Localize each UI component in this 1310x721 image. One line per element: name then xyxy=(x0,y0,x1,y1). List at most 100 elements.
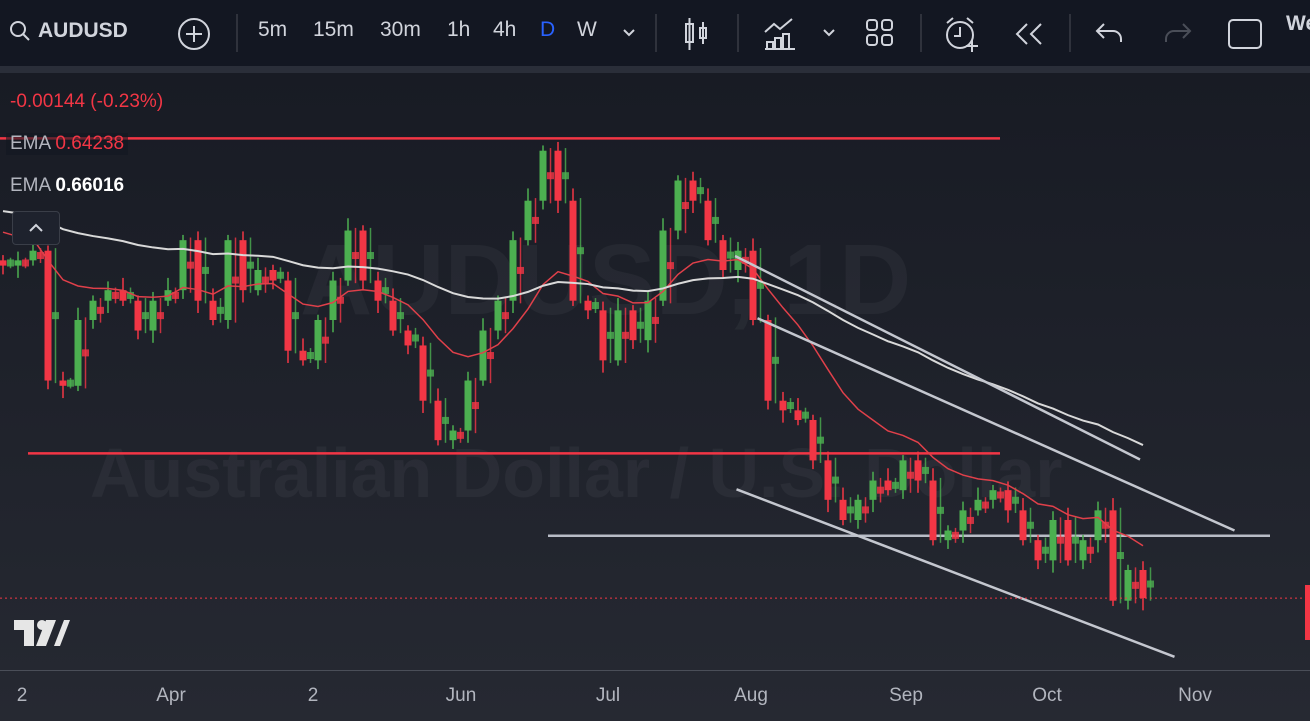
candle-body xyxy=(667,262,674,270)
candle-body xyxy=(359,230,367,281)
candle-body xyxy=(824,460,832,500)
candle-body xyxy=(277,271,284,279)
interval-1h[interactable]: 1h xyxy=(447,18,470,42)
candle-body xyxy=(142,312,149,320)
candle-body xyxy=(494,300,502,331)
candle-body xyxy=(59,380,67,386)
candle-body xyxy=(1094,510,1102,541)
price-change: -0.00144 (-0.23%) xyxy=(10,91,164,112)
candle-body xyxy=(1079,540,1087,561)
symbol-name: AUDUSD xyxy=(38,19,128,42)
candle-body xyxy=(577,247,584,255)
candle-body xyxy=(809,420,817,461)
x-tick: Nov xyxy=(1178,685,1212,706)
candle-body xyxy=(914,460,922,481)
candle-body xyxy=(292,312,299,320)
price-chart[interactable]: AUDUSD, 1D Australian Dollar / U.S. Doll… xyxy=(0,73,1310,721)
candle-body xyxy=(1019,510,1027,541)
candle-body xyxy=(509,240,517,301)
x-axis-border xyxy=(0,670,1310,671)
interval-d[interactable]: D xyxy=(540,18,555,42)
candle-body xyxy=(652,316,659,324)
x-tick: Aug xyxy=(734,685,768,706)
interval-30m[interactable]: 30m xyxy=(380,18,421,42)
candle-body xyxy=(404,330,412,346)
fullscreen-icon[interactable] xyxy=(1227,18,1263,50)
candle-body xyxy=(839,499,847,520)
candle-body xyxy=(682,202,689,210)
candle-body xyxy=(697,187,704,195)
indicators-icon[interactable] xyxy=(762,16,798,52)
candle-body xyxy=(592,302,599,310)
candle-body xyxy=(29,250,37,261)
interval-15m[interactable]: 15m xyxy=(313,18,354,42)
candle-body xyxy=(869,480,877,500)
candle-body xyxy=(344,230,352,281)
candle-body xyxy=(442,416,449,424)
candle-body xyxy=(217,306,224,314)
candle-body xyxy=(1124,570,1132,601)
candle-body xyxy=(502,312,509,320)
symbol-search[interactable]: AUDUSD xyxy=(8,19,128,43)
candle-body xyxy=(314,320,322,361)
candle-body xyxy=(637,321,644,329)
candle-body xyxy=(689,180,697,201)
candle-body xyxy=(719,240,727,270)
candle-body xyxy=(614,310,622,361)
candle-body xyxy=(97,306,104,314)
workspace-label[interactable]: We xyxy=(1286,12,1310,36)
add-symbol-icon[interactable] xyxy=(177,17,211,51)
ema-fast-legend[interactable]: EMA 0.64238 xyxy=(6,133,129,155)
candle-body xyxy=(352,252,359,260)
candle-body xyxy=(194,240,202,301)
price-scale-marker xyxy=(1305,585,1310,640)
chevron-down-icon[interactable] xyxy=(622,28,636,38)
collapse-legend-button[interactable] xyxy=(12,211,60,245)
trend-channel-line xyxy=(734,254,1141,461)
layout-grid-icon[interactable] xyxy=(865,18,895,48)
candle-body xyxy=(22,259,29,267)
candle-body xyxy=(427,369,434,377)
interval-5m[interactable]: 5m xyxy=(258,18,287,42)
candle-body xyxy=(899,460,907,491)
candle-body xyxy=(487,352,494,360)
candle-body xyxy=(629,310,637,341)
candle-body xyxy=(307,352,314,360)
chevron-up-icon xyxy=(29,223,43,232)
x-tick: Apr xyxy=(156,685,186,706)
x-tick: Oct xyxy=(1032,685,1062,706)
alert-clock-icon[interactable] xyxy=(943,14,981,54)
candle-body xyxy=(1117,552,1124,560)
candle-body xyxy=(997,491,1004,499)
candle-body xyxy=(1147,580,1154,588)
candle-body xyxy=(562,172,569,180)
candle-body xyxy=(1012,496,1019,504)
candle-body xyxy=(892,481,899,489)
undo-icon[interactable] xyxy=(1095,22,1125,44)
candle-body xyxy=(322,336,329,344)
candle-body xyxy=(862,506,869,514)
candle-body xyxy=(787,402,794,410)
replay-icon[interactable] xyxy=(1014,22,1046,46)
candle-body xyxy=(419,345,427,401)
candle-body xyxy=(847,506,854,514)
candles-icon[interactable] xyxy=(682,16,712,52)
candle-body xyxy=(449,430,457,441)
tradingview-logo[interactable] xyxy=(14,620,70,648)
candle-body xyxy=(74,320,82,386)
candle-body xyxy=(929,480,937,541)
candle-body xyxy=(269,270,277,281)
ema-slow-legend[interactable]: EMA 0.66016 xyxy=(6,175,128,197)
candle-body xyxy=(104,290,112,301)
redo-icon[interactable] xyxy=(1162,22,1192,44)
candle-body xyxy=(554,150,562,201)
candles-plot[interactable] xyxy=(0,73,1310,721)
candle-body xyxy=(239,240,247,291)
chevron-down-icon[interactable] xyxy=(822,28,836,38)
interval-w[interactable]: W xyxy=(577,18,597,42)
interval-4h[interactable]: 4h xyxy=(493,18,516,42)
candle-body xyxy=(397,312,404,320)
candle-body xyxy=(607,331,614,339)
candle-body xyxy=(937,506,944,514)
candle-body xyxy=(659,230,667,301)
